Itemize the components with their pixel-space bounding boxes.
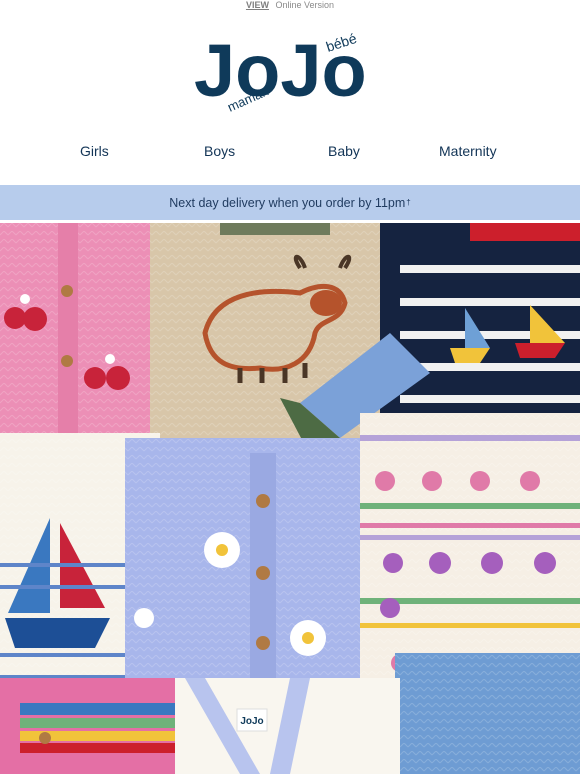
rainbow-cardigan — [0, 678, 190, 774]
delivery-banner-text: Next day delivery when you order by 11pm — [169, 195, 406, 210]
delivery-banner[interactable]: Next day delivery when you order by 11pm… — [0, 185, 580, 220]
delivery-banner-mark: † — [406, 198, 411, 207]
pink-cardigan — [0, 223, 170, 443]
jojo-maman-bebe-logo[interactable]: JoJo bébé maman — [190, 18, 390, 128]
navy-striped-sweater — [380, 223, 580, 423]
view-online-link[interactable]: VIEW Online Version — [0, 0, 580, 14]
nav-girls[interactable]: Girls — [80, 143, 109, 159]
main-nav: Girls Boys Baby Maternity — [0, 143, 580, 167]
nav-boys[interactable]: Boys — [204, 143, 235, 159]
online-version-text: Online Version — [275, 0, 335, 10]
view-link[interactable]: VIEW — [246, 0, 269, 10]
hero-knitwear-image[interactable]: JoJo — [0, 223, 580, 774]
blue-chunky-sweater — [395, 653, 580, 774]
white-vneck-cardigan: JoJo — [175, 678, 400, 774]
nav-baby[interactable]: Baby — [328, 143, 360, 159]
lilac-cardigan — [125, 438, 375, 718]
nav-maternity[interactable]: Maternity — [439, 143, 497, 159]
garment-label-text: JoJo — [240, 716, 263, 727]
